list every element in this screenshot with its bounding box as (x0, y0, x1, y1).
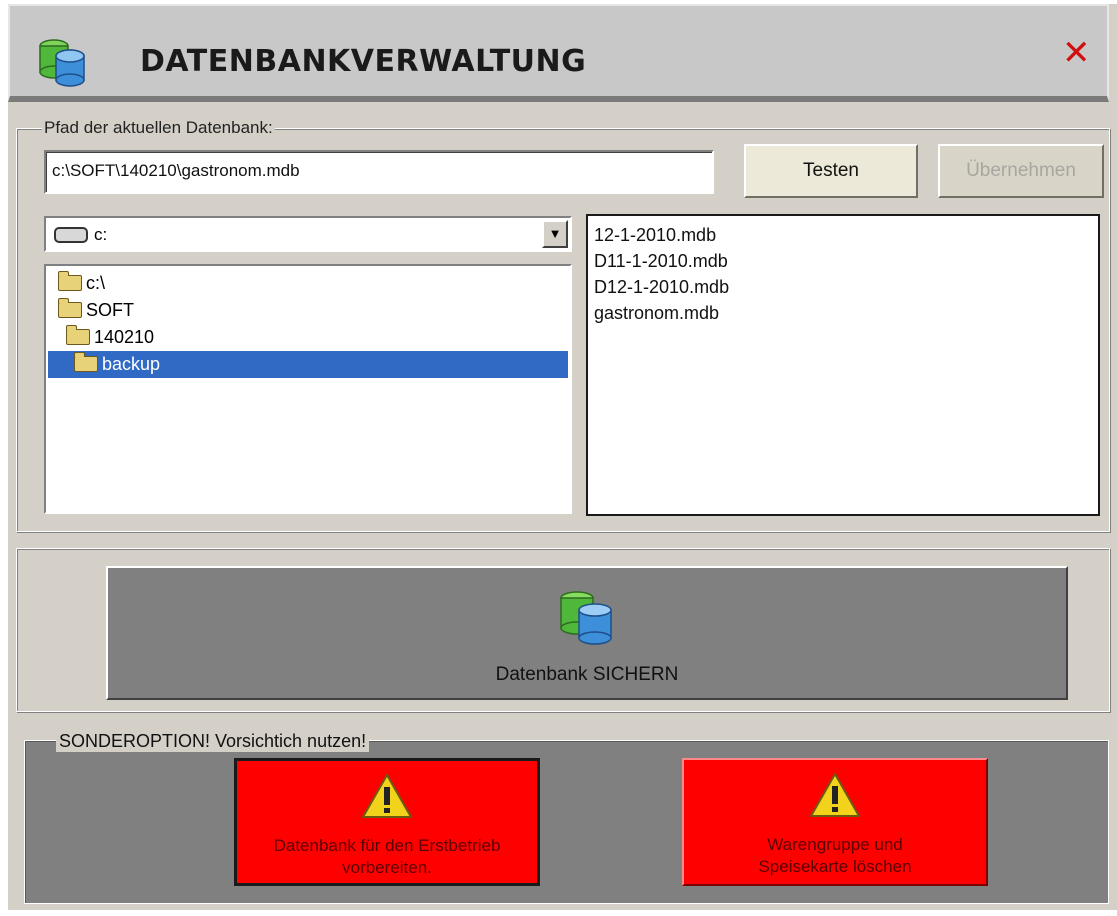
window-title: DATENBANKVERWALTUNG (140, 44, 587, 79)
tree-node-label: 140210 (94, 327, 155, 347)
folder-icon (74, 352, 98, 372)
special-options-label: SONDEROPTION! Vorsichtich nutzen! (56, 731, 370, 752)
folder-tree[interactable]: c:\ SOFT 140210 backup (44, 264, 572, 514)
close-x-icon[interactable]: ✕ (1062, 36, 1091, 70)
delete-menu-button[interactable]: Warengruppe und Speisekarte löschen (682, 758, 988, 886)
list-item[interactable]: D12-1-2010.mdb (594, 274, 1092, 300)
database-icon (560, 591, 612, 645)
apply-button[interactable]: Übernehmen (938, 144, 1104, 198)
drive-select-value: c: (94, 225, 108, 244)
backup-database-button[interactable]: Datenbank SICHERN (106, 566, 1068, 700)
path-group-label: Pfad der aktuellen Datenbank: (42, 118, 275, 138)
prepare-database-button[interactable]: Datenbank für den Erstbetrieb vorbereite… (234, 758, 540, 886)
list-item[interactable]: D11-1-2010.mdb (594, 248, 1092, 274)
tree-node-soft[interactable]: SOFT (58, 297, 134, 324)
prepare-database-label: Datenbank für den Erstbetrieb vorbereite… (273, 836, 501, 877)
chevron-down-icon[interactable]: ▼ (542, 220, 568, 248)
test-button[interactable]: Testen (744, 144, 918, 198)
tree-node-label: c:\ (86, 273, 106, 293)
title-bar: DATENBANKVERWALTUNG ✕ (8, 4, 1109, 102)
folder-icon (58, 298, 82, 318)
tree-node-label: backup (102, 354, 161, 374)
tree-node-140210[interactable]: 140210 (66, 324, 154, 351)
tree-node-backup[interactable]: backup (48, 351, 568, 378)
folder-icon (58, 271, 82, 291)
warning-icon (362, 774, 412, 818)
tree-node-root[interactable]: c:\ (58, 270, 105, 297)
database-icon (39, 39, 85, 87)
list-item[interactable]: gastronom.mdb (594, 300, 1092, 326)
tree-node-label: SOFT (86, 300, 134, 320)
backup-button-label: Datenbank SICHERN (495, 664, 679, 685)
drive-icon (54, 227, 88, 243)
folder-icon (66, 325, 90, 345)
delete-menu-label: Warengruppe und Speisekarte löschen (758, 835, 912, 876)
drive-select[interactable]: c: ▼ (44, 216, 572, 252)
database-management-window: DATENBANKVERWALTUNG ✕ Pfad der aktuellen… (8, 4, 1117, 910)
file-list[interactable]: 12-1-2010.mdb D11-1-2010.mdb D12-1-2010.… (586, 214, 1100, 516)
list-item[interactable]: 12-1-2010.mdb (594, 222, 1092, 248)
database-path-field[interactable]: c:\SOFT\140210\gastronom.mdb (44, 150, 714, 194)
warning-icon (810, 773, 860, 817)
